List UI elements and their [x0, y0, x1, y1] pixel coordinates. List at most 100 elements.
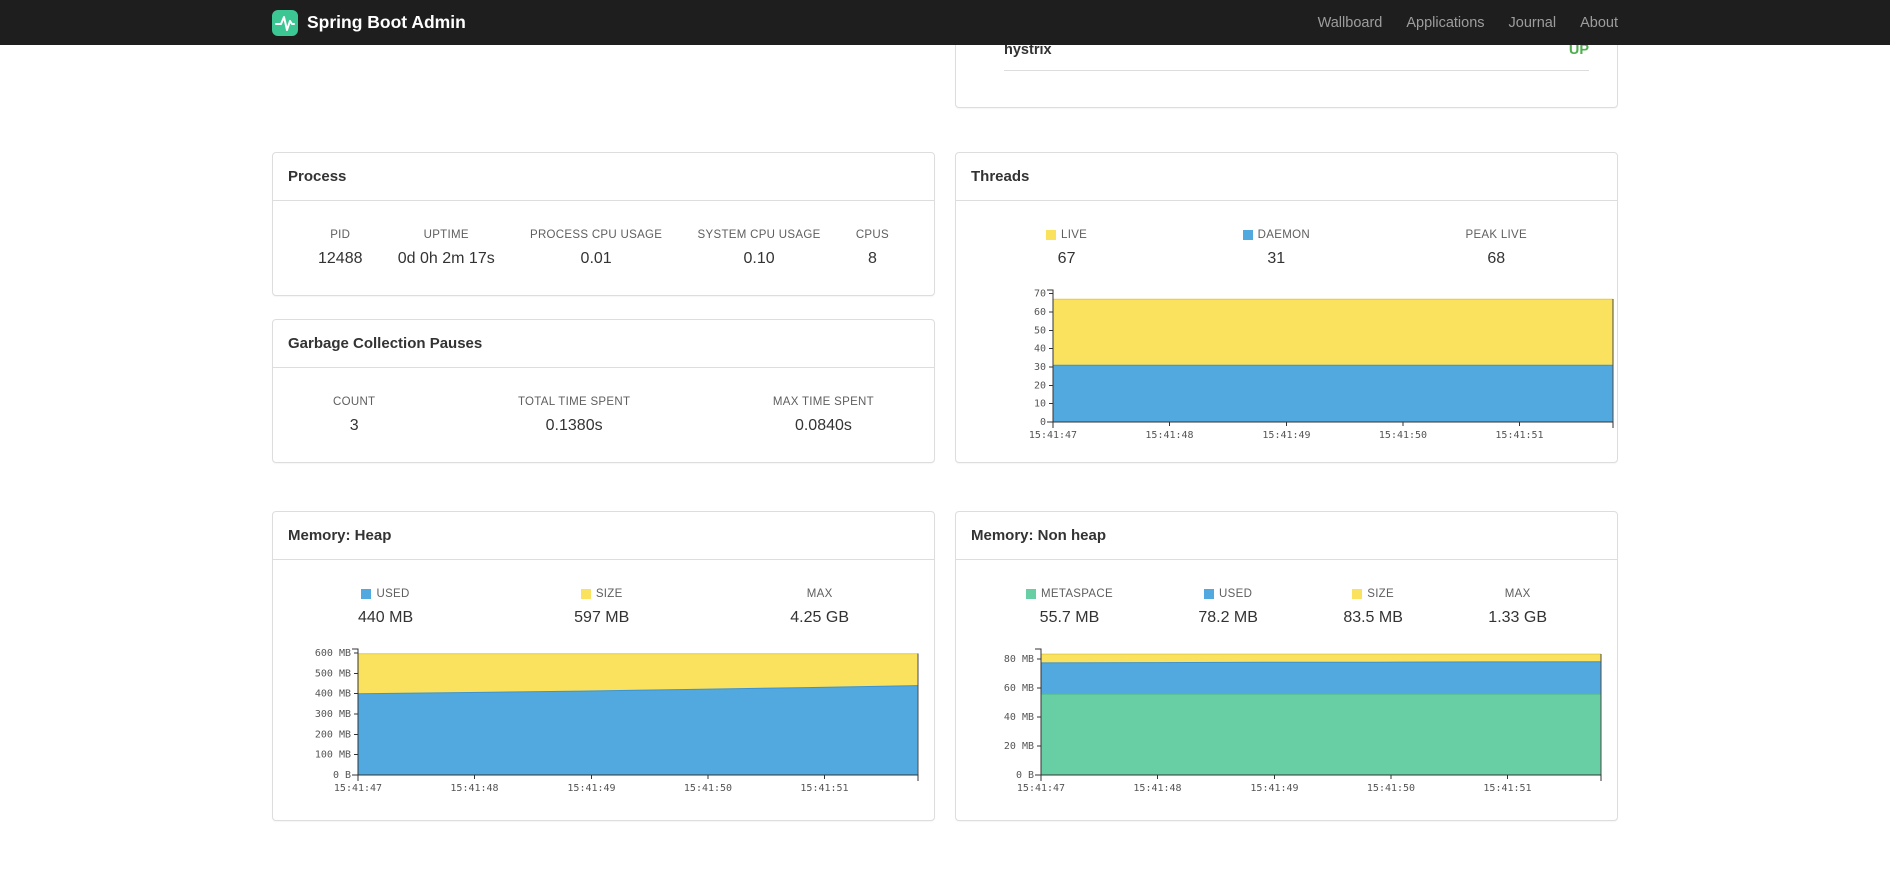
- gc-metrics: COUNT 3 TOTAL TIME SPENT 0.1380s MAX TIM…: [273, 368, 934, 462]
- nav-item-applications[interactable]: Applications: [1394, 15, 1496, 31]
- legend-label-text: SIZE: [1367, 588, 1394, 600]
- metric-label: CPUS: [855, 229, 889, 241]
- legend-label: DAEMON: [1242, 228, 1310, 242]
- svg-text:15:41:51: 15:41:51: [1495, 430, 1543, 441]
- memory-nonheap-legend: METASPACE 55.7 MB USED 78.2 MB SIZE 83.5…: [971, 587, 1602, 627]
- legend-value: 440 MB: [358, 609, 414, 626]
- metric-gc-max-time: MAX TIME SPENT 0.0840s: [773, 395, 874, 435]
- legend-label-text: METASPACE: [1041, 588, 1113, 600]
- metric-label: UPTIME: [423, 229, 469, 241]
- legend-label-text: USED: [376, 588, 410, 600]
- metric-uptime: UPTIME 0d 0h 2m 17s: [398, 228, 495, 268]
- memory-heap-panel: Memory: Heap USED 440 MB SIZE 597 MB MAX…: [272, 511, 935, 821]
- left-column: Process PID 12488 UPTIME 0d 0h 2m 17s PR…: [272, 152, 935, 821]
- threads-legend: LIVE 67 DAEMON 31 PEAK LIVE 68: [971, 228, 1602, 268]
- main-grid: Process PID 12488 UPTIME 0d 0h 2m 17s PR…: [272, 45, 1618, 821]
- legend-swatch: [1026, 589, 1036, 599]
- panel-title: Memory: Non heap: [956, 512, 1617, 560]
- nav-item-wallboard[interactable]: Wallboard: [1306, 15, 1395, 31]
- svg-text:70: 70: [1034, 289, 1046, 300]
- threads-area-chart: 0 10 20 30 40 50 60 70 15:41:47 15:41:48 15:41:49 1…: [1029, 289, 1614, 441]
- svg-text:15:41:50: 15:41:50: [1367, 783, 1415, 794]
- svg-text:15:41:47: 15:41:47: [1017, 783, 1065, 794]
- metric-gc-total-time: TOTAL TIME SPENT 0.1380s: [518, 395, 630, 435]
- navbar-container: Spring Boot Admin Wallboard Applications…: [272, 0, 1618, 45]
- right-column: Threads LIVE 67 DAEMON 31 PEAK LIVE 68 0…: [955, 152, 1618, 821]
- metric-system-cpu: SYSTEM CPU USAGE 0.10: [698, 228, 821, 268]
- metric-value: 0.01: [580, 250, 612, 267]
- svg-text:15:41:47: 15:41:47: [1029, 430, 1077, 441]
- legend-item-used: USED 440 MB: [358, 587, 413, 627]
- metric-label: COUNT: [333, 396, 376, 408]
- process-metrics: PID 12488 UPTIME 0d 0h 2m 17s PROCESS CP…: [273, 201, 934, 295]
- legend-label: USED: [1204, 587, 1252, 601]
- legend-label: LIVE: [1046, 228, 1087, 242]
- svg-text:0: 0: [1040, 417, 1046, 428]
- svg-text:300 MB: 300 MB: [315, 709, 351, 720]
- metric-label: PROCESS CPU USAGE: [529, 229, 663, 241]
- legend-label-text: DAEMON: [1257, 229, 1310, 241]
- legend-item-size: SIZE 83.5 MB: [1343, 587, 1403, 627]
- legend-item-max: MAX 4.25 GB: [790, 587, 849, 627]
- memory-heap-body: USED 440 MB SIZE 597 MB MAX 4.25 GB 0 B …: [273, 560, 934, 820]
- metric-value: 0.0840s: [794, 417, 852, 434]
- memory-heap-chart: 0 B 100 MB 200 MB 300 MB 400 MB 500 MB 600 MB 1…: [300, 643, 919, 799]
- legend-item-metaspace: METASPACE 55.7 MB: [1026, 587, 1113, 627]
- legend-item-daemon: DAEMON 31: [1242, 228, 1310, 268]
- legend-value: 597 MB: [574, 609, 630, 626]
- page-content: hystrix UP Process PID 12488 UPTIME 0d 0…: [272, 5, 1618, 821]
- svg-text:15:41:48: 15:41:48: [1145, 430, 1193, 441]
- metric-label: MAX TIME SPENT: [772, 396, 874, 408]
- svg-text:15:41:49: 15:41:49: [567, 783, 615, 794]
- metric-value: 8: [867, 250, 877, 267]
- nav-item-about[interactable]: About: [1568, 15, 1618, 31]
- svg-text:15:41:50: 15:41:50: [1379, 430, 1427, 441]
- memory-heap-legend: USED 440 MB SIZE 597 MB MAX 4.25 GB: [288, 587, 919, 627]
- legend-value: 83.5 MB: [1343, 609, 1403, 626]
- legend-label-text: MAX: [806, 588, 833, 600]
- memory-nonheap-body: METASPACE 55.7 MB USED 78.2 MB SIZE 83.5…: [956, 560, 1617, 820]
- legend-item-live: LIVE 67: [1046, 228, 1087, 268]
- legend-item-used: USED 78.2 MB: [1198, 587, 1258, 627]
- svg-text:15:41:47: 15:41:47: [334, 783, 382, 794]
- legend-swatch: [361, 589, 372, 599]
- svg-text:400 MB: 400 MB: [315, 689, 351, 700]
- legend-swatch: [1046, 230, 1056, 240]
- svg-text:0 B: 0 B: [333, 770, 351, 781]
- svg-text:15:41:49: 15:41:49: [1262, 430, 1310, 441]
- legend-label-text: USED: [1219, 588, 1253, 600]
- svg-text:60 MB: 60 MB: [1004, 683, 1034, 694]
- legend-value: 78.2 MB: [1198, 609, 1258, 626]
- brand-title: Spring Boot Admin: [307, 12, 466, 32]
- svg-text:50: 50: [1034, 325, 1046, 336]
- spring-boot-admin-logo-icon: [272, 9, 298, 36]
- metric-label: SYSTEM CPU USAGE: [697, 229, 821, 241]
- threads-body: LIVE 67 DAEMON 31 PEAK LIVE 68 0 10 20 3…: [956, 201, 1617, 462]
- legend-swatch: [1352, 589, 1363, 599]
- metric-value: 0d 0h 2m 17s: [397, 250, 495, 267]
- metric-value: 12488: [318, 250, 363, 267]
- legend-swatch: [1242, 230, 1253, 240]
- metric-label: TOTAL TIME SPENT: [517, 396, 631, 408]
- panel-title: Threads: [956, 153, 1617, 201]
- nav-item-journal[interactable]: Journal: [1497, 15, 1569, 31]
- legend-value: 67: [1057, 250, 1076, 267]
- threads-chart: 0 10 20 30 40 50 60 70 15:41:47 15:41:48 15:41:49 1…: [995, 284, 1614, 446]
- legend-label: MAX: [1505, 587, 1531, 601]
- metric-process-cpu: PROCESS CPU USAGE 0.01: [530, 228, 662, 268]
- process-panel: Process PID 12488 UPTIME 0d 0h 2m 17s PR…: [272, 152, 935, 296]
- svg-text:500 MB: 500 MB: [315, 668, 351, 679]
- svg-text:20: 20: [1034, 380, 1046, 391]
- legend-label: SIZE: [580, 587, 623, 601]
- legend-label: MAX: [807, 587, 833, 601]
- legend-label: METASPACE: [1026, 587, 1113, 601]
- legend-label-text: SIZE: [595, 588, 623, 600]
- svg-text:40 MB: 40 MB: [1004, 712, 1034, 723]
- legend-value: 1.33 GB: [1488, 609, 1547, 626]
- memory-nonheap-panel: Memory: Non heap METASPACE 55.7 MB USED …: [955, 511, 1618, 821]
- legend-swatch: [580, 589, 591, 599]
- legend-label-text: LIVE: [1061, 229, 1088, 241]
- brand-link[interactable]: Spring Boot Admin: [272, 9, 466, 36]
- metric-label: PID: [330, 229, 351, 241]
- panel-title: Garbage Collection Pauses: [273, 320, 934, 368]
